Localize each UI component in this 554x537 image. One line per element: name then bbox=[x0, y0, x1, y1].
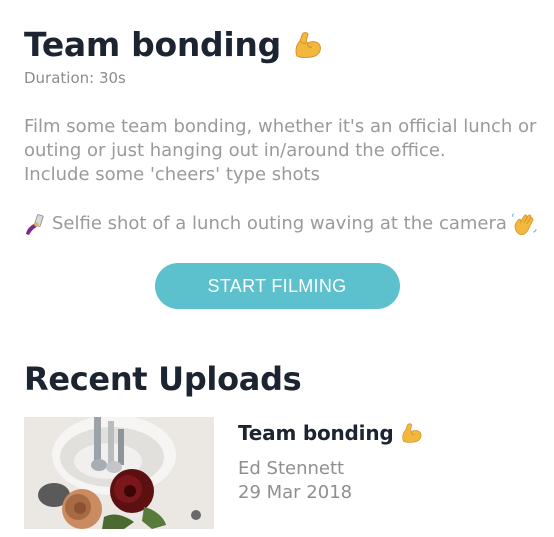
waving-hand-icon bbox=[512, 213, 537, 236]
upload-meta: Team bonding Ed Stennett 29 Mar 2018 bbox=[238, 417, 423, 505]
upload-date: 29 Mar 2018 bbox=[238, 482, 353, 503]
flexed-biceps-icon bbox=[295, 32, 321, 58]
upload-title-row: Team bonding bbox=[238, 419, 423, 447]
upload-list-item[interactable]: Team bonding Ed Stennett 29 Mar 2018 bbox=[24, 417, 534, 529]
challenge-title: Team bonding bbox=[24, 25, 281, 64]
flowers-and-cutlery-photo bbox=[24, 417, 214, 529]
recent-uploads-heading: Recent Uploads bbox=[24, 360, 302, 398]
challenge-description: Film some team bonding, whether it's an … bbox=[24, 115, 544, 187]
challenge-screen: Team bonding Duration: 30s Film some tea… bbox=[24, 22, 537, 529]
flexed-biceps-icon bbox=[402, 423, 422, 443]
start-button-wrap: START FILMING bbox=[24, 263, 530, 309]
description-line: outing or just hanging out in/around the… bbox=[24, 140, 446, 161]
description-line: Include some 'cheers' type shots bbox=[24, 164, 320, 185]
challenge-duration: Duration: 30s bbox=[24, 69, 126, 87]
description-line: Film some team bonding, whether it's an … bbox=[24, 116, 537, 137]
task-text: Selfie shot of a lunch outing waving at … bbox=[52, 213, 507, 234]
upload-author: Ed Stennett bbox=[238, 458, 345, 479]
upload-title[interactable]: Team bonding bbox=[238, 421, 394, 445]
challenge-task: Selfie shot of a lunch outing waving at … bbox=[24, 211, 537, 237]
challenge-header: Team bonding bbox=[24, 22, 534, 68]
selfie-icon bbox=[26, 214, 44, 235]
start-filming-button[interactable]: START FILMING bbox=[154, 263, 400, 309]
upload-thumbnail[interactable] bbox=[24, 417, 214, 529]
